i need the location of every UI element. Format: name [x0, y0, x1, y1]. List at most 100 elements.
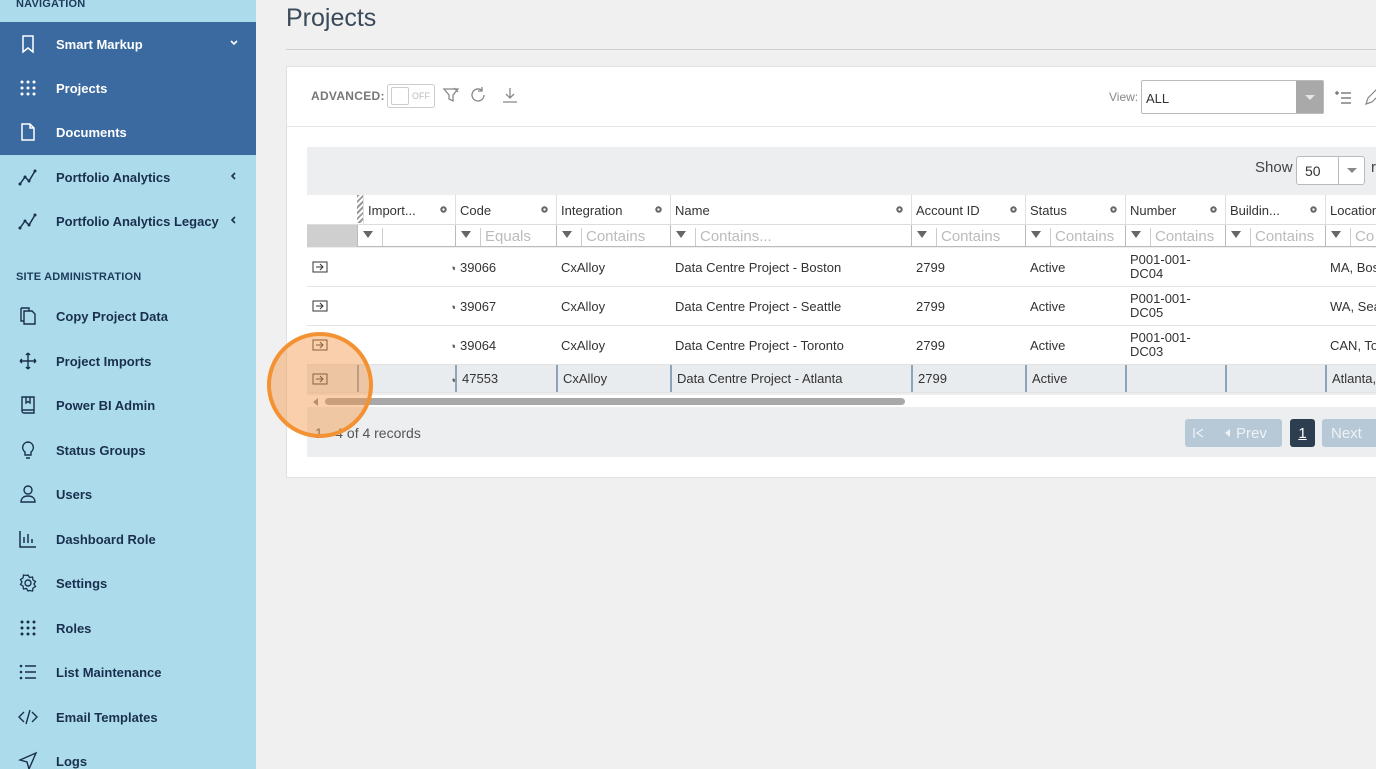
scroll-left-arrow[interactable] — [313, 398, 318, 406]
filter-code[interactable]: Equals — [455, 225, 556, 247]
sidebar-item-roles[interactable]: Roles — [0, 606, 256, 650]
table-row[interactable]: ✔ 39064 CxAlloy Data Centre Project - To… — [307, 326, 1376, 365]
column-header-building[interactable]: Buildin... — [1225, 195, 1325, 225]
column-header-status[interactable]: Status — [1025, 195, 1125, 225]
first-page-icon[interactable] — [1193, 428, 1205, 438]
sidebar-item-documents[interactable]: Documents — [0, 110, 256, 154]
column-header-integration[interactable]: Integration — [556, 195, 670, 225]
filter-icon[interactable] — [363, 231, 373, 238]
column-header-code[interactable]: Code — [455, 195, 556, 225]
sidebar-item-copy-project-data[interactable]: Copy Project Data — [0, 294, 256, 338]
row-open-cell[interactable] — [307, 326, 357, 364]
cell-location: CAN, To — [1330, 337, 1376, 353]
filter-integration[interactable]: Contains — [556, 225, 670, 247]
sidebar-item-list-maintenance[interactable]: List Maintenance — [0, 650, 256, 694]
sidebar-item-label: List Maintenance — [56, 664, 162, 680]
sidebar-item-portfolio-analytics[interactable]: Portfolio Analytics — [0, 155, 256, 199]
view-label: View: — [1109, 90, 1139, 104]
page-size-dropdown-button[interactable] — [1338, 157, 1364, 184]
edit-icon[interactable] — [1363, 89, 1376, 107]
sidebar-item-settings[interactable]: Settings — [0, 561, 256, 605]
cell-location: MA, Bos — [1330, 259, 1376, 275]
open-record-icon[interactable] — [312, 261, 328, 273]
gear-icon[interactable] — [1008, 204, 1019, 215]
column-header-account-id[interactable]: Account ID — [911, 195, 1025, 225]
cell-code: 47553 — [455, 365, 556, 392]
filter-import[interactable] — [357, 225, 455, 247]
open-record-icon[interactable] — [312, 339, 328, 351]
column-label: Number — [1130, 203, 1177, 218]
sidebar-item-project-imports[interactable]: Project Imports — [0, 339, 256, 383]
sidebar-item-smart-markup[interactable]: Smart Markup — [0, 22, 256, 66]
sidebar-item-status-groups[interactable]: Status Groups — [0, 428, 256, 472]
pager-page-1[interactable]: 1 — [1290, 419, 1315, 447]
filter-status[interactable]: Contains — [1025, 225, 1125, 247]
send-icon — [18, 751, 38, 769]
filter-number[interactable]: Contains — [1125, 225, 1225, 247]
scrollbar-thumb[interactable] — [325, 398, 905, 405]
gear-icon[interactable] — [1308, 204, 1319, 215]
filter-account-id[interactable]: Contains — [911, 225, 1025, 247]
filter-icon[interactable] — [676, 231, 686, 238]
sidebar-item-projects[interactable]: Projects — [0, 66, 256, 110]
sidebar-item-users[interactable]: Users — [0, 472, 256, 516]
open-record-icon[interactable] — [312, 300, 328, 312]
gear-icon[interactable] — [1108, 204, 1119, 215]
page-size-suffix: r — [1371, 159, 1376, 176]
table-row-selected[interactable]: ✔ 47553 CxAlloy Data Centre Project - At… — [307, 365, 1376, 393]
filter-clear-icon[interactable] — [442, 86, 460, 104]
sidebar-item-logs[interactable]: Logs — [0, 739, 256, 769]
sidebar-item-email-templates[interactable]: Email Templates — [0, 695, 256, 739]
view-dropdown-button[interactable] — [1296, 81, 1323, 113]
gear-icon[interactable] — [438, 204, 449, 215]
filter-name[interactable]: Contains... — [670, 225, 911, 247]
move-icon — [19, 352, 37, 370]
sidebar-item-label: Users — [56, 486, 93, 502]
pager-prev-button[interactable]: Prev — [1185, 419, 1282, 447]
gear-icon[interactable] — [653, 204, 664, 215]
row-open-cell[interactable] — [307, 287, 357, 325]
advanced-toggle[interactable]: OFF — [387, 84, 435, 108]
cell-number-text: P001-001-DC04 — [1130, 252, 1191, 281]
add-view-icon[interactable] — [1335, 89, 1353, 107]
sidebar-item-portfolio-analytics-legacy[interactable]: Portfolio Analytics Legacy — [0, 199, 256, 243]
filter-placeholder: Contains — [1150, 228, 1220, 246]
gear-icon[interactable] — [539, 204, 550, 215]
filter-building[interactable]: Contains — [1225, 225, 1325, 247]
gear-icon[interactable] — [1208, 204, 1219, 215]
cell-account-id: 2799 — [916, 259, 945, 275]
refresh-icon[interactable] — [469, 86, 487, 104]
filter-icon[interactable] — [562, 231, 572, 238]
column-header-location[interactable]: Location — [1325, 195, 1376, 225]
row-open-cell[interactable] — [307, 365, 357, 392]
bookmark-icon — [22, 35, 34, 54]
row-open-cell[interactable] — [307, 248, 357, 286]
cell-status: Active — [1030, 259, 1066, 275]
column-header-import[interactable]: Import... — [363, 195, 455, 225]
filter-icon[interactable] — [1231, 231, 1241, 238]
filter-icon[interactable] — [461, 231, 471, 238]
horizontal-scrollbar[interactable] — [307, 395, 1376, 407]
bar-chart-icon — [19, 531, 36, 548]
sidebar-item-power-bi-admin[interactable]: Power BI Admin — [0, 383, 256, 427]
gear-icon[interactable] — [894, 204, 905, 215]
download-icon[interactable] — [501, 86, 519, 104]
filter-icon[interactable] — [917, 231, 927, 238]
filter-placeholder: Co — [1350, 228, 1376, 246]
pager-next-button[interactable]: Next — [1322, 419, 1376, 447]
analytics-icon — [18, 169, 37, 186]
table-row[interactable]: ✔ 39066 CxAlloy Data Centre Project - Bo… — [307, 248, 1376, 287]
document-icon — [21, 123, 35, 141]
table-row[interactable]: ✔ 39067 CxAlloy Data Centre Project - Se… — [307, 287, 1376, 326]
filter-icon[interactable] — [1331, 231, 1341, 238]
filter-placeholder: Equals — [480, 228, 550, 246]
filter-icon[interactable] — [1031, 231, 1041, 238]
filter-location[interactable]: Co — [1325, 225, 1376, 247]
page-size-select[interactable]: 50 — [1296, 156, 1365, 185]
column-header-number[interactable]: Number — [1125, 195, 1225, 225]
open-record-icon[interactable] — [312, 373, 328, 385]
filter-icon[interactable] — [1131, 231, 1141, 238]
column-header-name[interactable]: Name — [670, 195, 911, 225]
view-select[interactable]: ALL — [1141, 80, 1324, 114]
sidebar-item-dashboard-role[interactable]: Dashboard Role — [0, 517, 256, 561]
